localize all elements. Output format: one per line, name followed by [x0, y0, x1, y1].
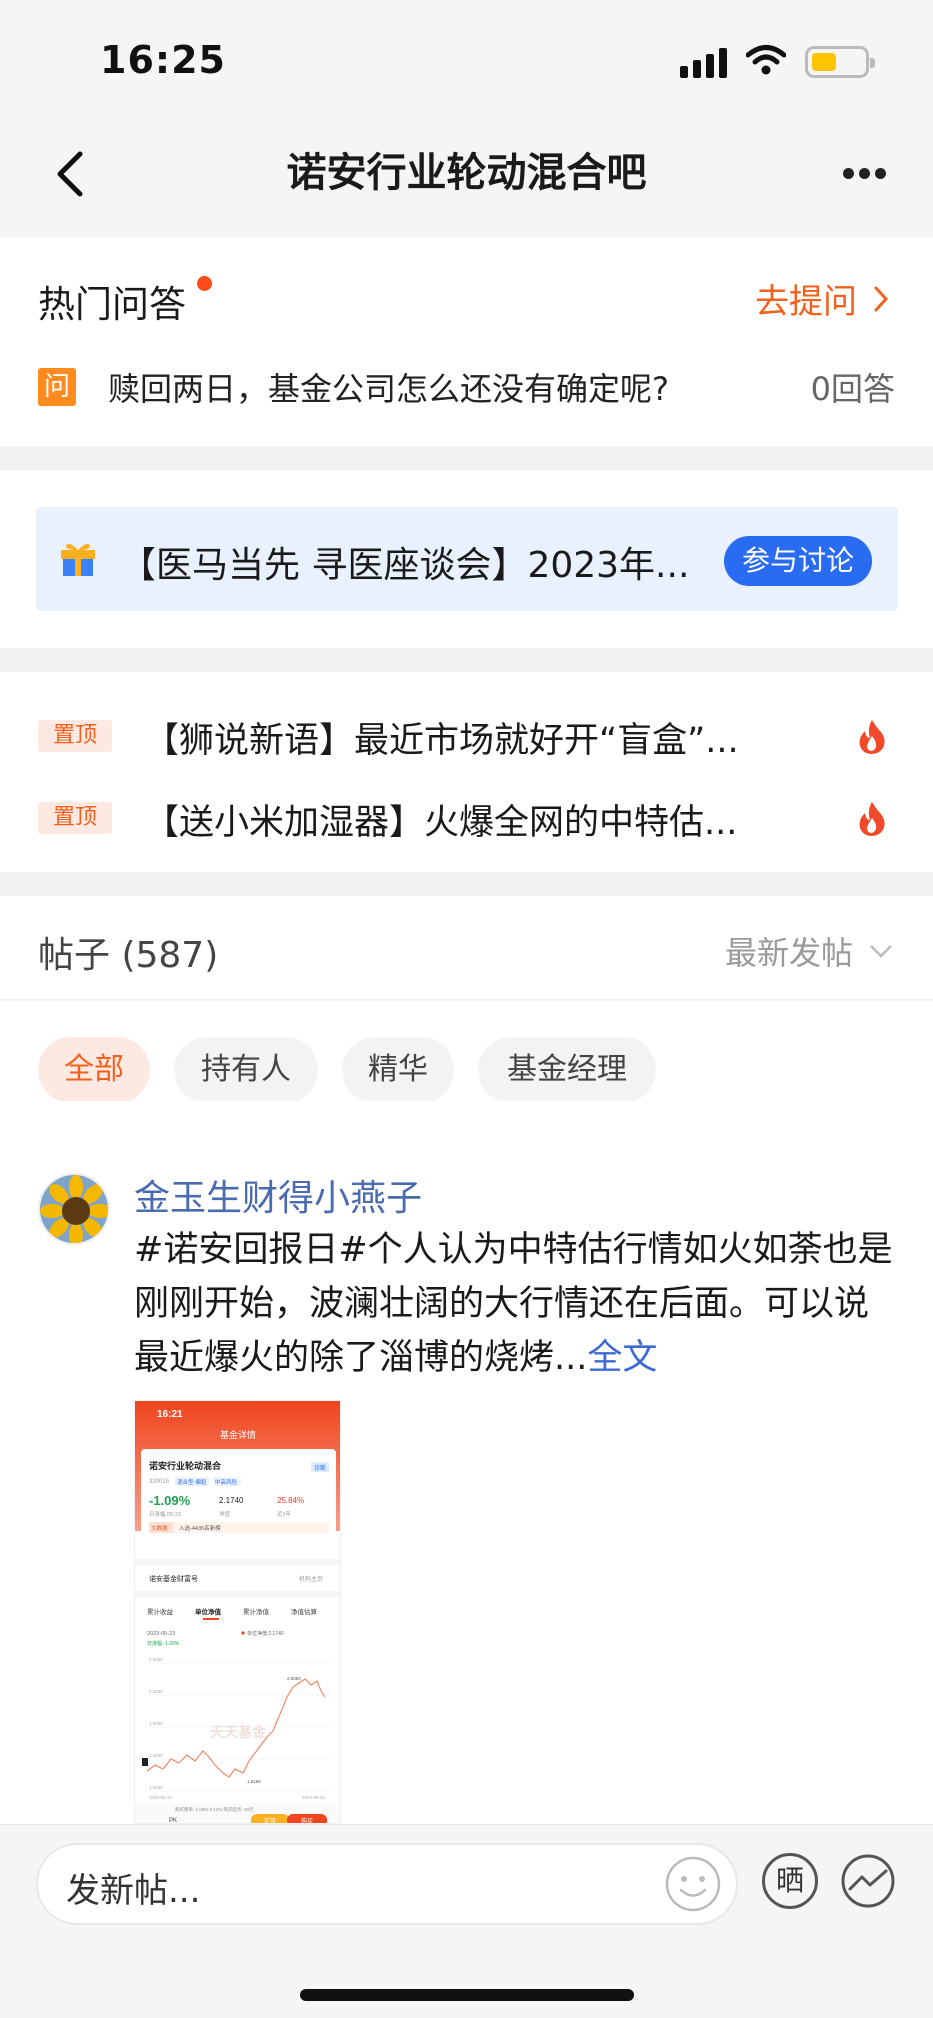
post-author-name[interactable]: 金玉生财得小燕子: [134, 1169, 422, 1221]
thumb-chart-change: 日涨幅:-1.09%: [147, 1640, 180, 1647]
thumb-low-label: 1.6158: [247, 1779, 261, 1784]
filter-chip-all[interactable]: 全部: [38, 1037, 150, 1103]
thumb-tag2: 中高风险: [215, 1478, 238, 1486]
sunflower-avatar-image: [40, 1175, 108, 1243]
read-full-link[interactable]: 全文: [587, 1338, 657, 1378]
pinned-post[interactable]: 置顶 【狮说新语】最近市场就好开“盲盒”...: [38, 710, 895, 761]
thumb-one-year: 25.84%: [277, 1496, 304, 1505]
thumb-y-tick: 1.0000: [149, 1785, 163, 1790]
sort-label: 最新发帖: [724, 934, 853, 972]
thumb-fund-name: 诺安行业轮动混合: [149, 1460, 222, 1471]
bottom-composer-bar: 发新帖... 晒: [0, 1824, 933, 2018]
post-text: #诺安回报日#个人认为中特估行情如火如荼也是刚刚开始，波澜壮阔的大行情还在后面。…: [134, 1230, 893, 1378]
thumb-notice-tag: 大数据: [151, 1524, 168, 1532]
question-icon: 问: [38, 368, 76, 406]
new-post-input[interactable]: 发新帖...: [36, 1843, 738, 1925]
thumb-tag1: 混合型-偏股: [177, 1478, 207, 1486]
qa-item[interactable]: 问 赎回两日，基金公司怎么还没有确定呢? 0回答: [38, 364, 895, 408]
ask-question-label: 去提问: [755, 282, 857, 322]
qa-question-text: 赎回两日，基金公司怎么还没有确定呢?: [108, 370, 669, 408]
posts-count-title: 帖子 (587): [38, 935, 219, 976]
new-post-placeholder: 发新帖...: [66, 1871, 201, 1911]
thumb-x-start: 2020-05-24: [149, 1795, 173, 1800]
home-indicator: [300, 1989, 634, 2001]
chevron-right-icon: [874, 286, 889, 311]
thumb-badge: 诊断: [314, 1464, 326, 1472]
pinned-post[interactable]: 置顶 【送小米加湿器】火爆全网的中特估...: [38, 792, 895, 843]
post-image-thumbnail[interactable]: 16:21 基金详情 诺安行业轮动混合 诊断 320015 混合型-偏股 中高风…: [134, 1400, 341, 1824]
thumb-change: -1.09%: [149, 1493, 191, 1508]
hot-qa-title: 热门问答: [38, 283, 186, 326]
fire-icon: [859, 720, 885, 754]
thumb-watermark: 天天基金: [210, 1724, 267, 1740]
more-options-icon[interactable]: [843, 164, 891, 184]
thumb-tab: 单位净值: [195, 1607, 222, 1616]
thumb-fee-line: 购买费率: 1.00% 0.12% 购买起点: 10元: [175, 1806, 254, 1813]
wifi-icon: [746, 45, 786, 75]
filter-chip-featured[interactable]: 精华: [342, 1037, 454, 1103]
pinned-tag: 置顶: [38, 720, 112, 752]
app-screen: 16:25 诺安行业轮动混合吧 热门问答 去提问 问 赎回两日，基金公司怎么还没…: [0, 0, 933, 2018]
fund-detail-screenshot: 16:21 基金详情 诺安行业轮动混合 诊断 320015 混合型-偏股 中高风…: [135, 1401, 340, 1824]
thumb-one-year-label: 近1年: [277, 1510, 292, 1518]
sort-dropdown[interactable]: 最新发帖: [725, 928, 893, 974]
thumb-time: 16:21: [157, 1409, 183, 1420]
thumb-y-tick: 1.8000: [149, 1721, 163, 1726]
filter-chip-fund-manager[interactable]: 基金经理: [478, 1037, 656, 1103]
thumb-chart-legend: 单位净值:2.1740: [247, 1630, 284, 1637]
thumb-tab: 净值估算: [291, 1607, 318, 1616]
thumb-nav: 2.1740: [219, 1496, 244, 1505]
banner-text: 【医马当先 寻医座谈会】2023年...: [120, 545, 690, 586]
posts-header: 帖子 (587) 最新发帖: [0, 896, 933, 1000]
cellular-signal-icon: [680, 48, 727, 78]
status-time: 16:25: [100, 38, 226, 82]
thumb-change-label: 日涨幅 05-23: [149, 1510, 181, 1518]
thumb-peak-label: 2.5083: [287, 1676, 301, 1681]
share-holdings-button[interactable]: 晒: [762, 1853, 818, 1909]
thumb-page-title: 基金详情: [220, 1429, 256, 1440]
filter-chips: 全部 持有人 精华 基金经理: [0, 1001, 933, 1103]
qa-answer-count: 0回答: [810, 370, 895, 408]
page-title: 诺安行业轮动混合吧: [286, 150, 647, 196]
top-nav-bar: 诺安行业轮动混合吧: [0, 110, 933, 238]
pinned-posts-section: 置顶 【狮说新语】最近市场就好开“盲盒”... 置顶 【送小米加湿器】火爆全网的…: [0, 672, 933, 872]
hot-qa-section: 热门问答 去提问 问 赎回两日，基金公司怎么还没有确定呢? 0回答: [0, 238, 933, 446]
thumb-y-tick: 2.6000: [149, 1657, 163, 1662]
thumb-x-end: 2023-05-23: [302, 1795, 326, 1800]
post-content: #诺安回报日#个人认为中特估行情如火如荼也是刚刚开始，波澜壮阔的大行情还在后面。…: [134, 1223, 894, 1385]
status-bar: 16:25: [0, 0, 933, 110]
thumb-y-tick: 1.4000: [149, 1753, 163, 1758]
pinned-post-title: 【狮说新语】最近市场就好开“盲盒”...: [144, 721, 739, 761]
new-dot-badge: [197, 276, 212, 291]
trend-chart-icon[interactable]: [840, 1853, 896, 1909]
fire-icon: [859, 802, 885, 836]
thumb-nav-label: 净值: [219, 1510, 231, 1518]
pinned-tag: 置顶: [38, 802, 112, 834]
gift-icon: [61, 543, 95, 576]
thumb-tab: 累计净值: [243, 1607, 270, 1616]
thumb-notice: 入选-4435名新榜: [179, 1524, 221, 1532]
battery-icon: [805, 46, 875, 78]
thumb-buy-button: 定投: [264, 1817, 276, 1824]
chevron-down-icon: [870, 945, 892, 958]
ask-question-link[interactable]: 去提问: [755, 274, 889, 323]
join-discussion-button[interactable]: 参与讨论: [723, 536, 872, 586]
thumb-fund-code: 320015: [149, 1479, 170, 1485]
thumb-sell-button: 购买: [301, 1817, 313, 1824]
avatar[interactable]: [38, 1173, 110, 1245]
pinned-post-title: 【送小米加湿器】火爆全网的中特估...: [144, 803, 738, 843]
event-banner[interactable]: 【医马当先 寻医座谈会】2023年... 参与讨论: [36, 507, 898, 611]
thumb-company: 诺安基金财富号: [149, 1574, 198, 1583]
thumb-chart-date: 2023-05-23: [147, 1631, 175, 1637]
thumb-tab: 累计收益: [147, 1607, 174, 1616]
filter-chip-holders[interactable]: 持有人: [174, 1037, 318, 1103]
thumb-y-tick: 2.2000: [149, 1689, 163, 1694]
emoji-icon[interactable]: [664, 1855, 722, 1913]
thumb-company-link: 机构主页: [299, 1575, 323, 1583]
event-banner-section: 【医马当先 寻医座谈会】2023年... 参与讨论: [0, 470, 933, 648]
post-item[interactable]: 金玉生财得小燕子 #诺安回报日#个人认为中特估行情如火如荼也是刚刚开始，波澜壮阔…: [0, 1101, 933, 1824]
